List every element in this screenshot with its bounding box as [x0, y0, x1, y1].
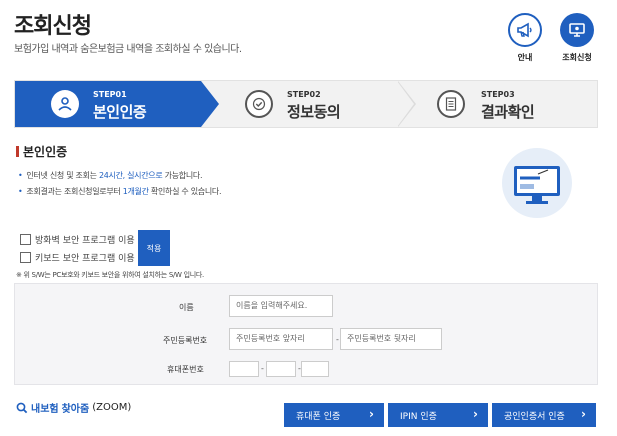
rrn-front-input[interactable]: 주민등록번호 앞자리	[229, 328, 333, 350]
ipin-auth-label: IPIN 인증	[400, 411, 437, 422]
check-circle-icon	[245, 90, 273, 118]
zoom-highlight: 찾아줌	[61, 404, 90, 415]
step1-num: STEP01	[93, 90, 127, 99]
chevron-right-icon: ›	[369, 407, 374, 421]
notice1-text-end: 가능합니다.	[162, 171, 203, 180]
inquiry-label: 조회신청	[562, 53, 592, 62]
rrn-label: 주민등록번호	[163, 336, 208, 345]
step1-name: 본인인증	[93, 103, 147, 121]
certificate-auth-label: 공인인증서 인증	[504, 411, 565, 422]
notice2-text-end: 확인하실 수 있습니다.	[148, 187, 222, 196]
step-indicator: STEP01 본인인증 STEP02 정보동의 STEP03 결과확인	[14, 80, 598, 128]
section-title-text: 본인인증	[23, 145, 68, 159]
notice2-highlight: 1개월간	[122, 187, 149, 196]
bullet-icon: •	[18, 171, 23, 180]
name-input[interactable]: 이름을 입력해주세요.	[229, 295, 333, 317]
search-icon	[16, 402, 28, 413]
identity-form: 이름 이름을 입력해주세요. 주민등록번호 주민등록번호 앞자리 - 주민등록번…	[14, 283, 598, 385]
firewall-label: 방화벽 보안 프로그램 이용	[35, 236, 135, 246]
page-subtitle: 보험가입 내역과 숨은보험금 내역을 조회하실 수 있습니다.	[14, 44, 242, 55]
monitor-illustration	[502, 148, 572, 218]
phone-part1-input[interactable]	[229, 361, 259, 377]
phone-label: 휴대폰번호	[167, 365, 204, 374]
zoom-suffix: (ZOOM)	[92, 402, 132, 413]
step2-name: 정보동의	[287, 103, 341, 121]
notice-item: • 조회결과는 조회신청일로부터 1개월간 확인하실 수 있습니다.	[18, 186, 221, 197]
notice-item: • 인터넷 신청 및 조회는 24시간, 실시간으로 가능합니다.	[18, 170, 203, 181]
phone-part3-input[interactable]	[301, 361, 329, 377]
page-title: 조회신청	[14, 14, 92, 39]
phone-part2-input[interactable]	[266, 361, 296, 377]
person-icon	[51, 90, 79, 118]
keyboard-label: 키보드 보안 프로그램 이용	[35, 254, 135, 264]
guide-label: 안내	[517, 53, 533, 62]
notice2-text: 조회결과는 조회신청일로부터	[26, 187, 123, 196]
apply-button[interactable]: 적용	[138, 230, 170, 266]
keyboard-checkbox-row[interactable]: 키보드 보안 프로그램 이용	[20, 251, 135, 264]
firewall-checkbox[interactable]	[20, 234, 31, 245]
inquiry-button[interactable]	[560, 13, 594, 47]
monitor-icon	[569, 23, 585, 37]
phone-dash: -	[261, 364, 264, 373]
chevron-right-icon: ›	[581, 407, 586, 421]
security-note: ※ 위 S/W는 PC보호와 키보드 보안을 위하여 설치하는 S/W 입니다.	[16, 271, 204, 279]
keyboard-checkbox[interactable]	[20, 252, 31, 263]
ipin-auth-button[interactable]: IPIN 인증 ›	[388, 403, 488, 427]
document-icon	[437, 90, 465, 118]
bullet-icon: •	[18, 187, 23, 196]
section-marker	[16, 146, 19, 157]
phone-auth-label: 휴대폰 인증	[296, 411, 341, 422]
notice1-text: 인터넷 신청 및 조회는	[26, 171, 99, 180]
name-label: 이름	[179, 303, 194, 312]
section-title: 본인인증	[16, 143, 67, 160]
megaphone-icon	[517, 22, 532, 38]
rrn-back-input[interactable]: 주민등록번호 뒷자리	[340, 328, 442, 350]
zoom-search-link[interactable]: 내보험 찾아줌 (ZOOM)	[16, 400, 131, 415]
notice1-highlight: 24시간, 실시간으로	[98, 171, 163, 180]
step-active-arrow	[201, 81, 219, 127]
step2-num: STEP02	[287, 90, 321, 99]
chevron-right-icon: ›	[473, 407, 478, 421]
step3-name: 결과확인	[481, 103, 535, 121]
guide-button[interactable]	[508, 13, 542, 47]
step-separator-inner	[397, 81, 414, 127]
step3-num: STEP03	[481, 90, 515, 99]
rrn-dash: -	[336, 335, 339, 344]
firewall-checkbox-row[interactable]: 방화벽 보안 프로그램 이용	[20, 233, 135, 246]
certificate-auth-button[interactable]: 공인인증서 인증 ›	[492, 403, 596, 427]
zoom-prefix: 내보험	[31, 404, 59, 415]
phone-auth-button[interactable]: 휴대폰 인증 ›	[284, 403, 384, 427]
